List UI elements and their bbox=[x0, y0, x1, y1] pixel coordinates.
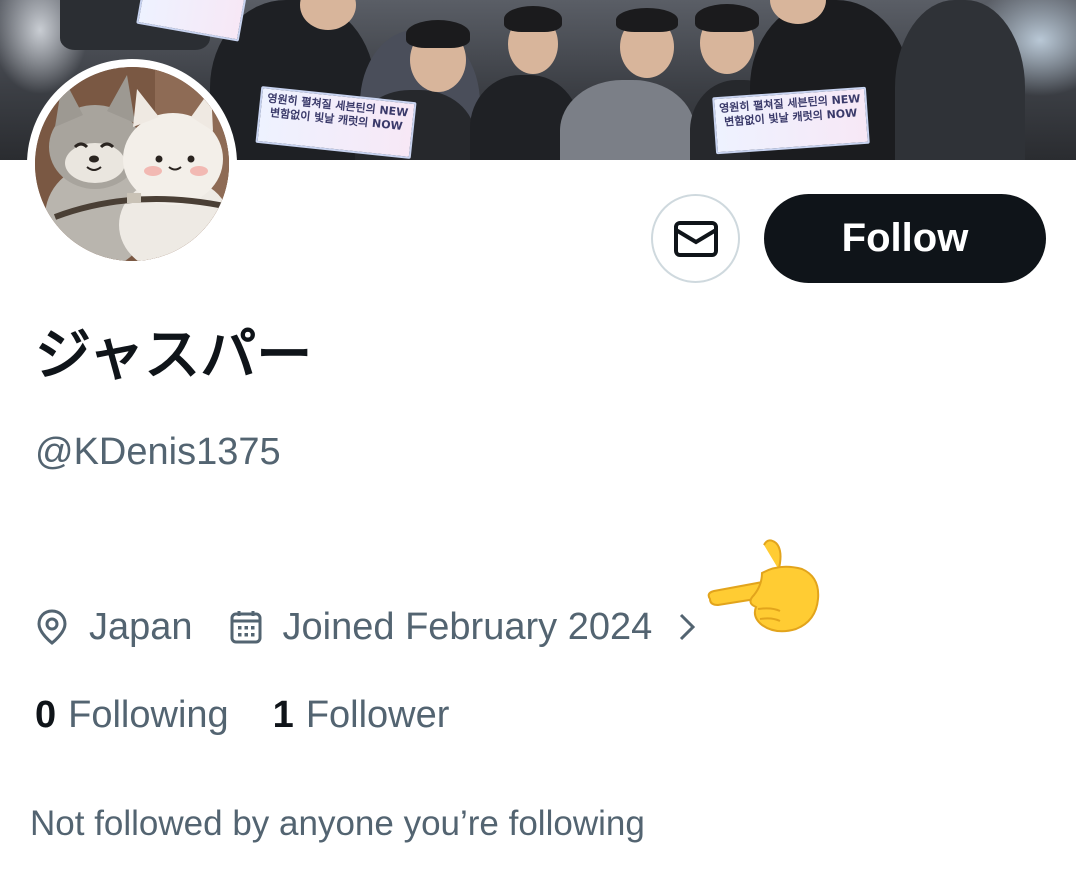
pointing-hand-emoji bbox=[706, 537, 824, 637]
pointing-hand-icon bbox=[707, 539, 820, 633]
profile-avatar[interactable] bbox=[27, 59, 237, 269]
display-name: ジャスパー bbox=[35, 323, 313, 388]
banner-person bbox=[895, 0, 1025, 160]
followers-stat[interactable]: 1 Follower bbox=[273, 694, 450, 737]
plush-toys-illustration bbox=[35, 67, 229, 261]
location-text: Japan bbox=[89, 605, 193, 648]
user-handle: @KDenis1375 bbox=[35, 431, 281, 473]
envelope-icon bbox=[673, 220, 718, 257]
follow-button[interactable]: Follow bbox=[764, 194, 1046, 283]
joined-item: Joined February 2024 bbox=[229, 605, 653, 649]
location-item: Japan bbox=[35, 606, 193, 649]
banner-hair bbox=[616, 8, 678, 32]
chevron-right-icon bbox=[680, 613, 696, 641]
avatar-image bbox=[35, 67, 229, 261]
joined-text: Joined February 2024 bbox=[282, 605, 653, 648]
banner-sign: 영원히 펼쳐질 세븐틴의 NEW 변함없이 빛날 캐럿의 NOW bbox=[712, 86, 870, 155]
location-pin-icon bbox=[37, 609, 67, 645]
profile-meta-row: Japan Joined February 2024 bbox=[35, 600, 696, 654]
profile-details-link[interactable] bbox=[678, 612, 696, 642]
following-label: Following bbox=[68, 693, 229, 736]
followers-count: 1 bbox=[272, 693, 294, 736]
banner-hair bbox=[406, 20, 470, 48]
banner-hair bbox=[695, 4, 759, 32]
following-count: 0 bbox=[35, 693, 57, 736]
banner-hair bbox=[504, 6, 562, 32]
following-stat[interactable]: 0 Following bbox=[35, 694, 229, 737]
followers-label: Follower bbox=[305, 693, 450, 736]
message-button[interactable] bbox=[651, 194, 740, 283]
followed-by-text: Not followed by anyone you’re following bbox=[30, 804, 645, 843]
calendar-icon bbox=[230, 611, 262, 644]
follow-stats: 0 Following 1 Follower bbox=[35, 690, 449, 740]
